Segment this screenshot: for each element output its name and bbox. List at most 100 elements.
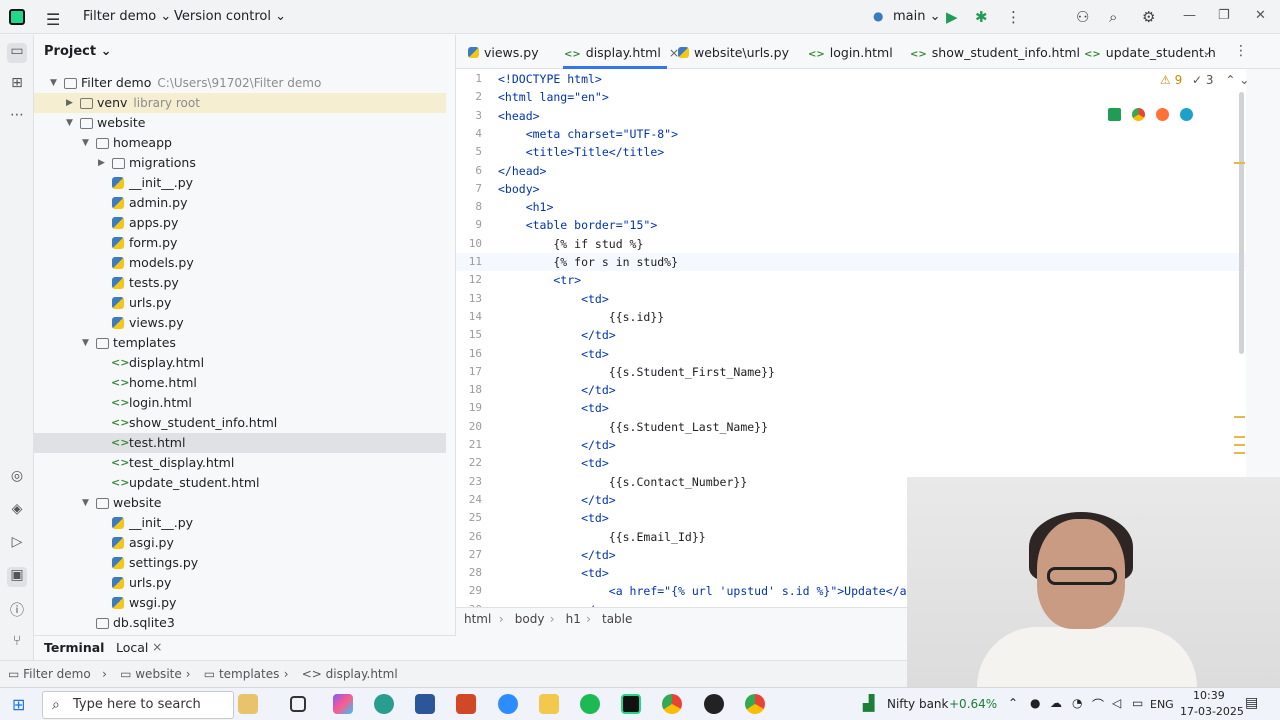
breadcrumb-item[interactable]: table [602, 612, 632, 626]
tree-item[interactable]: <> test_display.html [34, 453, 446, 473]
code-line[interactable]: 2 <html lang="en"> [456, 88, 1246, 106]
code-line[interactable]: 10 {% if stud %} [456, 235, 1246, 253]
edge-icon[interactable] [1179, 108, 1193, 121]
editor-tab[interactable]: <> show_student_info.html [910, 45, 1080, 60]
tab-list-chevron-icon[interactable]: ⌄ [1202, 44, 1212, 58]
battery-icon[interactable]: ▭ [1132, 696, 1143, 710]
festival-widget-icon[interactable] [238, 694, 258, 714]
pycharm-preview-icon[interactable] [1108, 108, 1121, 121]
code-line[interactable]: 13 <td> [456, 290, 1246, 308]
tree-item[interactable]: __init__.py [34, 513, 446, 533]
code-line[interactable]: 15 </td> [456, 326, 1246, 344]
project-panel-title[interactable]: Project ⌄ [44, 44, 111, 59]
show-hidden-icons-icon[interactable]: ⌃ [1008, 696, 1018, 710]
code-line[interactable]: 6 </head> [456, 162, 1246, 180]
tree-item[interactable]: form.py [34, 233, 446, 253]
chevron-right-icon[interactable]: ▶ [66, 93, 78, 113]
code-line[interactable]: 14 {{s.id}} [456, 308, 1246, 326]
code-line[interactable]: 22 <td> [456, 454, 1246, 472]
chevron-down-icon[interactable]: ▼ [82, 133, 94, 153]
tree-item[interactable]: urls.py [34, 573, 446, 593]
status-path-item[interactable]: ▭ website [120, 667, 182, 681]
close-window-icon[interactable]: ✕ [1255, 8, 1266, 23]
tree-item[interactable]: views.py [34, 313, 446, 333]
tree-item[interactable]: <> login.html [34, 393, 446, 413]
layers-icon[interactable]: ◈ [7, 501, 27, 521]
chevron-down-icon[interactable]: ▼ [82, 493, 94, 513]
project-menu[interactable]: Filter demo ⌄ [83, 9, 171, 24]
tree-item[interactable]: wsgi.py [34, 593, 446, 613]
network-icon[interactable]: ◔ [1072, 696, 1082, 710]
status-path-item[interactable]: ▭ Filter demo [8, 667, 91, 681]
editor-tab[interactable]: website\urls.py [678, 45, 789, 60]
tree-item[interactable]: tests.py [34, 273, 446, 293]
branch-selector[interactable]: main ⌄ [893, 9, 941, 24]
tree-item[interactable]: settings.py [34, 553, 446, 573]
volume-icon[interactable]: ◁ [1112, 696, 1121, 710]
tree-item[interactable]: ▼ website [34, 113, 446, 133]
terminal-title[interactable]: Terminal [44, 640, 104, 655]
code-line[interactable]: 16 <td> [456, 345, 1246, 363]
code-line[interactable]: 8 <h1> [456, 198, 1246, 216]
editor-tab[interactable]: <> update_student.h [1084, 45, 1216, 60]
code-line[interactable]: 11 {% for s in stud%} [456, 253, 1246, 272]
editor-scrollbar[interactable] [1239, 92, 1244, 354]
structure-icon[interactable]: ⊞ [7, 75, 27, 95]
editor-more-icon[interactable]: ⋮ [1234, 43, 1248, 59]
minimize-icon[interactable]: — [1183, 8, 1196, 23]
chevron-down-icon[interactable]: ▼ [50, 73, 62, 93]
tree-item[interactable]: db.sqlite3 [34, 613, 446, 633]
code-line[interactable]: 5 <title>Title</title> [456, 143, 1246, 161]
firefox-icon[interactable] [1155, 108, 1169, 121]
warning-marker[interactable] [1234, 416, 1245, 418]
vcs-menu[interactable]: Version control ⌄ [174, 9, 286, 24]
tree-item[interactable]: ▼ homeapp [34, 133, 446, 153]
status-path-item[interactable]: ▭ templates [204, 667, 280, 681]
chrome-taskbar-icon[interactable] [662, 694, 682, 714]
problems-icon[interactable]: ⓘ [7, 600, 27, 620]
tree-item[interactable]: ▶ venv library root [34, 93, 446, 113]
warning-marker[interactable] [1234, 444, 1245, 446]
tree-item[interactable]: <> display.html [34, 353, 446, 373]
editor-tab[interactable]: views.py [468, 45, 539, 60]
zoom-icon[interactable] [498, 694, 518, 714]
code-line[interactable]: 7 <body> [456, 180, 1246, 198]
status-path-item[interactable]: <> display.html [302, 667, 398, 681]
breadcrumb-item[interactable]: html [464, 612, 491, 626]
tree-item[interactable]: <> home.html [34, 373, 446, 393]
more-icon[interactable]: ⋮ [1006, 8, 1021, 26]
chevron-down-icon[interactable]: ▼ [66, 113, 78, 133]
tree-item[interactable]: apps.py [34, 213, 446, 233]
code-line[interactable]: 4 <meta charset="UTF-8"> [456, 125, 1246, 143]
tree-item[interactable]: urls.py [34, 293, 446, 313]
breadcrumb-item[interactable]: h1 [566, 612, 581, 626]
tree-item[interactable]: asgi.py [34, 533, 446, 553]
warning-marker[interactable] [1234, 162, 1245, 164]
tree-item[interactable]: <> test.html [34, 433, 446, 453]
code-line[interactable]: 9 <table border="15"> [456, 216, 1246, 234]
add-user-icon[interactable]: ⚇ [1076, 8, 1089, 26]
code-line[interactable]: 20 {{s.Student_Last_Name}} [456, 418, 1246, 436]
github-icon[interactable] [704, 694, 724, 714]
settings-gear-icon[interactable]: ⚙ [1142, 8, 1155, 26]
taskbar-search[interactable]: ⌕ Type here to search [42, 691, 234, 719]
chevron-down-icon[interactable]: ▼ [82, 333, 94, 353]
file-explorer-icon[interactable] [539, 694, 559, 714]
debug-icon[interactable]: ✱ [975, 8, 988, 26]
warning-marker[interactable] [1234, 436, 1245, 438]
ticker-name[interactable]: Nifty bank [887, 697, 948, 711]
windows-start-icon[interactable]: ⊞ [12, 695, 25, 714]
tree-item[interactable]: models.py [34, 253, 446, 273]
code-line[interactable]: 18 </td> [456, 381, 1246, 399]
services-icon[interactable]: ▷ [7, 534, 27, 554]
terminal-tab-local[interactable]: Local [116, 640, 148, 655]
main-menu-icon[interactable]: ☰ [46, 10, 60, 29]
terminal-icon[interactable]: ▣ [7, 567, 27, 587]
tree-item[interactable]: ▼ templates [34, 333, 446, 353]
tree-item[interactable]: ▶ migrations [34, 153, 446, 173]
chrome-icon[interactable] [1131, 108, 1145, 121]
edge-browser-icon[interactable] [374, 694, 394, 714]
mic-icon[interactable]: ● [1030, 696, 1040, 710]
tab-active[interactable]: <> display.html × [564, 45, 679, 60]
clock-time[interactable]: 10:39 [1193, 689, 1225, 702]
